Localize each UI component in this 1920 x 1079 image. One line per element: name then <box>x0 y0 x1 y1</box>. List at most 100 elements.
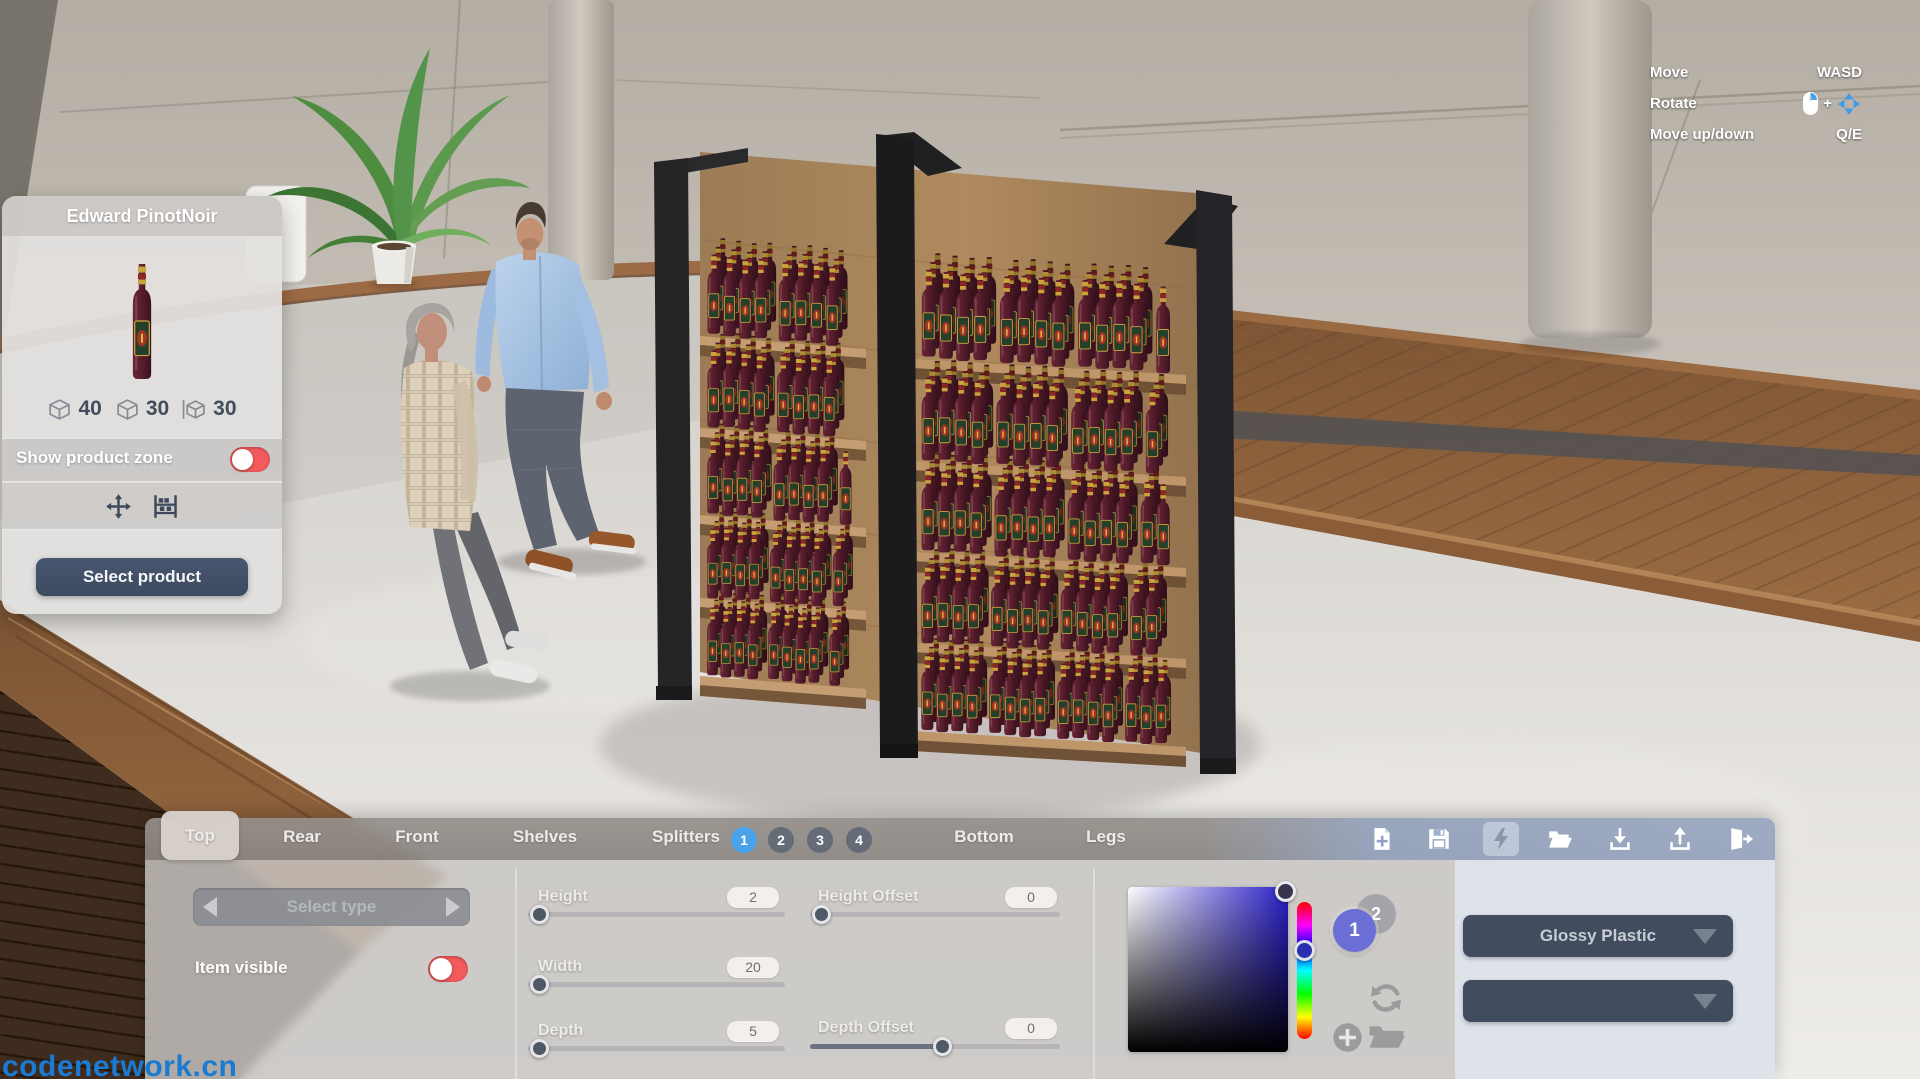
tab-splitters[interactable]: Splitters <box>652 827 720 847</box>
hue-bar[interactable] <box>1297 902 1312 1039</box>
hue-picker[interactable] <box>1294 940 1315 961</box>
control-key: WASD <box>1817 64 1862 81</box>
width-slider[interactable] <box>528 982 785 987</box>
prev-type-arrow[interactable] <box>203 897 217 917</box>
height-slider[interactable] <box>528 912 785 917</box>
show-product-zone-toggle[interactable] <box>230 447 270 472</box>
product-image-bottle <box>119 260 165 382</box>
color-square-picker[interactable] <box>1275 881 1296 902</box>
toggle-knob <box>232 449 253 470</box>
height-offset-value: 0 <box>1005 887 1057 908</box>
move-arrows-icon <box>1836 91 1862 117</box>
control-key: Q/E <box>1836 126 1862 143</box>
watermark: codenetwork.cn <box>2 1050 237 1079</box>
control-action: Move <box>1650 64 1688 81</box>
width-slider-knob[interactable] <box>530 975 549 994</box>
mouse-icon <box>1802 91 1819 116</box>
height-value: 2 <box>727 887 779 908</box>
height-offset-slider-knob[interactable] <box>812 905 831 924</box>
type-selector-label: Select type <box>287 897 377 917</box>
height-slider-knob[interactable] <box>530 905 549 924</box>
select-product-button[interactable]: Select product <box>36 558 248 596</box>
stat-value: 30 <box>213 397 236 421</box>
splitter-badge-4[interactable]: 4 <box>846 827 872 853</box>
controls-help: Move WASD Rotate + <box>1650 60 1862 153</box>
move-product-icon[interactable] <box>105 493 132 520</box>
control-row-updown: Move up/down Q/E <box>1650 122 1862 147</box>
depth-offset-slider-knob[interactable] <box>933 1037 952 1056</box>
tab-front[interactable]: Front <box>395 827 438 847</box>
height-offset-label: Height Offset <box>818 888 918 906</box>
open-folder-icon[interactable] <box>1547 826 1573 852</box>
stat-value: 30 <box>146 397 169 421</box>
depth-offset-label: Depth Offset <box>818 1019 914 1037</box>
tab-legs[interactable]: Legs <box>1086 827 1126 847</box>
control-action: Rotate <box>1650 95 1697 112</box>
secondary-dropdown[interactable] <box>1463 980 1733 1022</box>
stat-capacity: 30 <box>182 397 236 422</box>
next-type-arrow[interactable] <box>446 897 460 917</box>
height-offset-slider[interactable] <box>810 912 1060 917</box>
control-action: Move up/down <box>1650 126 1754 143</box>
refresh-colors-icon[interactable] <box>1367 980 1405 1016</box>
add-color-icon[interactable] <box>1332 1022 1363 1053</box>
chevron-down-icon <box>1693 994 1717 1009</box>
flash-icon[interactable] <box>1483 822 1519 856</box>
depth-value: 5 <box>727 1021 779 1042</box>
load-color-icon[interactable] <box>1368 1023 1405 1051</box>
tab-rear[interactable]: Rear <box>283 827 321 847</box>
cube-depth-icon <box>115 397 140 422</box>
splitter-badge-2[interactable]: 2 <box>768 827 794 853</box>
depth-slider-knob[interactable] <box>530 1039 549 1058</box>
shelf-layout-icon[interactable] <box>152 493 179 520</box>
upload-icon[interactable] <box>1667 826 1693 852</box>
width-value: 20 <box>727 957 779 978</box>
pillar-left <box>548 0 614 280</box>
material-dropdown-value: Glossy Plastic <box>1540 926 1656 946</box>
game-window: Move WASD Rotate + <box>0 0 1920 1079</box>
download-icon[interactable] <box>1607 826 1633 852</box>
color-saturation-square[interactable] <box>1128 887 1288 1052</box>
save-icon[interactable] <box>1426 826 1452 852</box>
height-label: Height <box>538 888 588 906</box>
product-title: Edward PinotNoir <box>2 196 282 236</box>
stat-capacity: 40 <box>47 397 101 422</box>
width-label: Width <box>538 958 582 976</box>
control-row-move: Move WASD <box>1650 60 1862 85</box>
show-product-zone-label: Show product zone <box>16 448 173 468</box>
stat-value: 40 <box>78 397 101 421</box>
item-visible-label: Item visible <box>195 958 288 978</box>
material-section-background <box>1455 860 1775 1079</box>
type-selector[interactable]: Select type <box>193 888 470 926</box>
color-layer-1-badge[interactable]: 1 <box>1333 909 1376 952</box>
chevron-down-icon <box>1693 929 1717 944</box>
shelf-editor-panel: Top Rear Front Shelves Splitters 1 2 3 4… <box>145 818 1775 1079</box>
plus-sign: + <box>1823 95 1832 112</box>
cube-width-icon <box>47 397 72 422</box>
cube-height-icon <box>182 397 207 422</box>
stat-capacity: 30 <box>115 397 169 422</box>
depth-slider[interactable] <box>528 1046 785 1051</box>
tab-shelves[interactable]: Shelves <box>513 827 577 847</box>
show-product-zone-row: Show product zone <box>2 438 282 482</box>
tab-bottom[interactable]: Bottom <box>954 827 1013 847</box>
slider-fill <box>810 1044 940 1049</box>
divider <box>1093 868 1095 1079</box>
divider <box>515 868 517 1079</box>
splitter-badge-1[interactable]: 1 <box>731 827 757 853</box>
tab-top[interactable]: Top <box>161 811 239 860</box>
depth-offset-slider[interactable] <box>810 1044 1060 1049</box>
material-dropdown[interactable]: Glossy Plastic <box>1463 915 1733 957</box>
item-visible-toggle[interactable] <box>428 956 468 982</box>
toggle-knob <box>430 958 452 980</box>
new-file-icon[interactable] <box>1369 826 1395 852</box>
depth-offset-value: 0 <box>1005 1018 1057 1039</box>
product-tools-row <box>2 483 282 530</box>
splitter-badge-3[interactable]: 3 <box>807 827 833 853</box>
control-row-rotate: Rotate + <box>1650 91 1862 116</box>
rotate-key-icons: + <box>1802 91 1862 117</box>
pillar-right <box>1520 0 1660 356</box>
exit-icon[interactable] <box>1728 826 1754 852</box>
editor-tab-bar: Top Rear Front Shelves Splitters 1 2 3 4… <box>145 818 1775 860</box>
product-panel: Edward PinotNoir 40 <box>2 196 282 614</box>
